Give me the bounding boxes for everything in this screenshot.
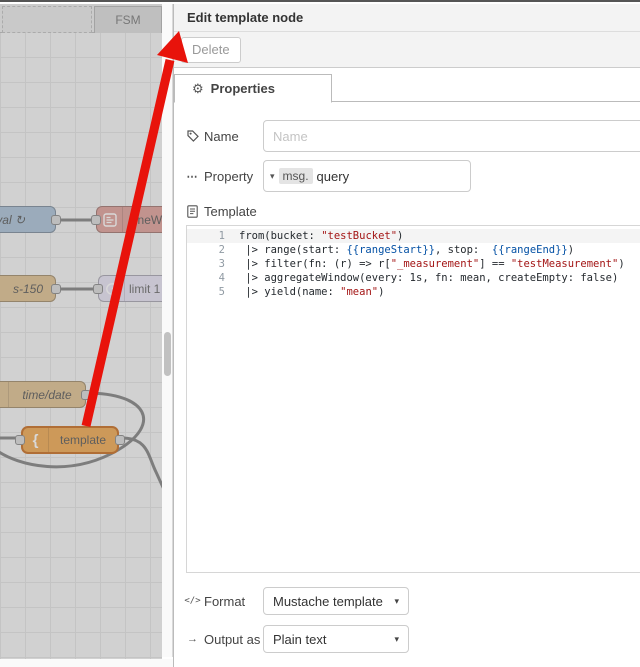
code-line[interactable]: 4 |> aggregateWindow(every: 1s, fn: mean… bbox=[187, 271, 640, 285]
line-number: 1 bbox=[218, 230, 225, 242]
right-arrow-icon: → bbox=[187, 633, 198, 645]
node-timedate[interactable]: f time/date bbox=[0, 381, 86, 408]
tab-properties-label: Properties bbox=[210, 81, 275, 96]
ellipsis-icon: ⋯ bbox=[186, 170, 199, 183]
tray-toolbar: Delete bbox=[174, 32, 640, 68]
node-template-output-port[interactable] bbox=[115, 435, 125, 445]
node-limit-input-port[interactable] bbox=[93, 284, 103, 294]
node-template[interactable]: { template bbox=[21, 426, 119, 454]
tab-properties[interactable]: ⚙ Properties bbox=[174, 74, 332, 103]
node-s150[interactable]: s-150 bbox=[0, 275, 56, 302]
flow-canvas[interactable]: interval ↻ sineWave s-150 bbox=[0, 4, 162, 667]
document-icon bbox=[186, 205, 199, 218]
canvas-vertical-scrollbar[interactable] bbox=[162, 4, 173, 657]
format-label: </> Format bbox=[184, 593, 246, 609]
code-line[interactable]: 3 |> filter(fn: (r) => r["_measurement"]… bbox=[187, 257, 640, 271]
format-select-value: Mustache template bbox=[273, 593, 383, 609]
property-value[interactable]: query bbox=[317, 169, 350, 184]
code-line[interactable]: 5 |> yield(name: "mean") bbox=[187, 285, 640, 299]
name-label: Name bbox=[186, 129, 263, 144]
code-text: |> filter(fn: (r) => r["_measurement"] =… bbox=[239, 258, 625, 270]
tray-body: Name ⋯ Property ▾ msg. query bbox=[174, 102, 640, 653]
template-brace-icon: { bbox=[23, 428, 49, 452]
code-text: |> aggregateWindow(every: 1s, fn: mean, … bbox=[239, 272, 619, 284]
node-timedate-output-port[interactable] bbox=[81, 390, 91, 400]
code-icon: </> bbox=[184, 596, 201, 606]
line-number: 2 bbox=[218, 244, 225, 256]
template-label: Template bbox=[186, 204, 640, 219]
msg-type-chip[interactable]: msg. bbox=[278, 168, 313, 184]
property-row: ⋯ Property ▾ msg. query bbox=[186, 160, 640, 192]
line-number: 4 bbox=[218, 272, 225, 284]
property-label: ⋯ Property bbox=[186, 168, 254, 184]
function-icon: f bbox=[0, 382, 9, 407]
code-text: |> yield(name: "mean") bbox=[239, 286, 385, 298]
flow-wires bbox=[0, 218, 162, 489]
node-sinewave[interactable]: sineWave bbox=[96, 206, 162, 233]
property-typed-input[interactable]: ▾ msg. query bbox=[263, 160, 471, 192]
gear-icon: ⚙ bbox=[192, 80, 204, 96]
delete-button[interactable]: Delete bbox=[181, 36, 241, 63]
node-limit-label: limit 1 ms bbox=[129, 281, 162, 296]
workspace-tabbar: FSM bbox=[0, 4, 162, 33]
chevron-down-icon: ▾ bbox=[394, 633, 399, 644]
node-interval[interactable]: interval ↻ bbox=[0, 206, 56, 233]
tray-tabrow: ⚙ Properties bbox=[174, 68, 640, 103]
workspace-tab-blank[interactable] bbox=[2, 6, 92, 33]
node-template-input-port[interactable] bbox=[15, 435, 25, 445]
node-sinewave-input-port[interactable] bbox=[91, 215, 101, 225]
format-select[interactable]: Mustache template ▾ bbox=[263, 587, 409, 615]
vertical-scrollbar-thumb[interactable] bbox=[164, 332, 171, 376]
code-text: |> range(start: {{rangeStart}}, stop: {{… bbox=[239, 244, 575, 256]
format-row: </> Format Mustache template ▾ bbox=[184, 587, 640, 615]
name-input[interactable] bbox=[263, 120, 640, 152]
template-code-editor[interactable]: 1 from(bucket: "testBucket") 2 |> range(st… bbox=[186, 225, 640, 573]
node-template-label: template bbox=[59, 433, 107, 447]
node-sinewave-label: sineWave bbox=[128, 212, 162, 227]
code-line[interactable]: 1 from(bucket: "testBucket") bbox=[187, 229, 640, 243]
node-red-editor: interval ↻ sineWave s-150 bbox=[0, 0, 640, 667]
node-s150-output-port[interactable] bbox=[51, 284, 61, 294]
output-select-value: Plain text bbox=[273, 631, 327, 647]
output-select[interactable]: Plain text ▾ bbox=[263, 625, 409, 653]
code-line[interactable]: 2 |> range(start: {{rangeStart}}, stop: … bbox=[187, 243, 640, 257]
tag-icon bbox=[186, 130, 199, 142]
node-s150-label: s-150 bbox=[12, 281, 43, 296]
chevron-down-icon[interactable]: ▾ bbox=[270, 171, 275, 182]
chevron-down-icon: ▾ bbox=[394, 595, 399, 606]
node-interval-label: interval ↻ bbox=[0, 212, 26, 227]
name-row: Name bbox=[186, 120, 640, 152]
output-label: → Output as bbox=[187, 631, 261, 647]
node-limit[interactable]: limit 1 ms bbox=[98, 275, 162, 302]
node-timedate-label: time/date bbox=[22, 387, 72, 402]
line-number: 3 bbox=[218, 258, 225, 270]
canvas-horizontal-scrollbar[interactable] bbox=[0, 659, 173, 667]
line-number: 5 bbox=[218, 286, 225, 298]
output-row: → Output as Plain text ▾ bbox=[186, 625, 640, 653]
node-interval-output-port[interactable] bbox=[51, 215, 61, 225]
workspace-tab-fsm[interactable]: FSM bbox=[94, 6, 162, 33]
code-text: from(bucket: "testBucket") bbox=[239, 230, 404, 242]
tray-title: Edit template node bbox=[174, 4, 640, 32]
edit-tray: Edit template node Delete ⚙ Properties N… bbox=[173, 4, 640, 667]
